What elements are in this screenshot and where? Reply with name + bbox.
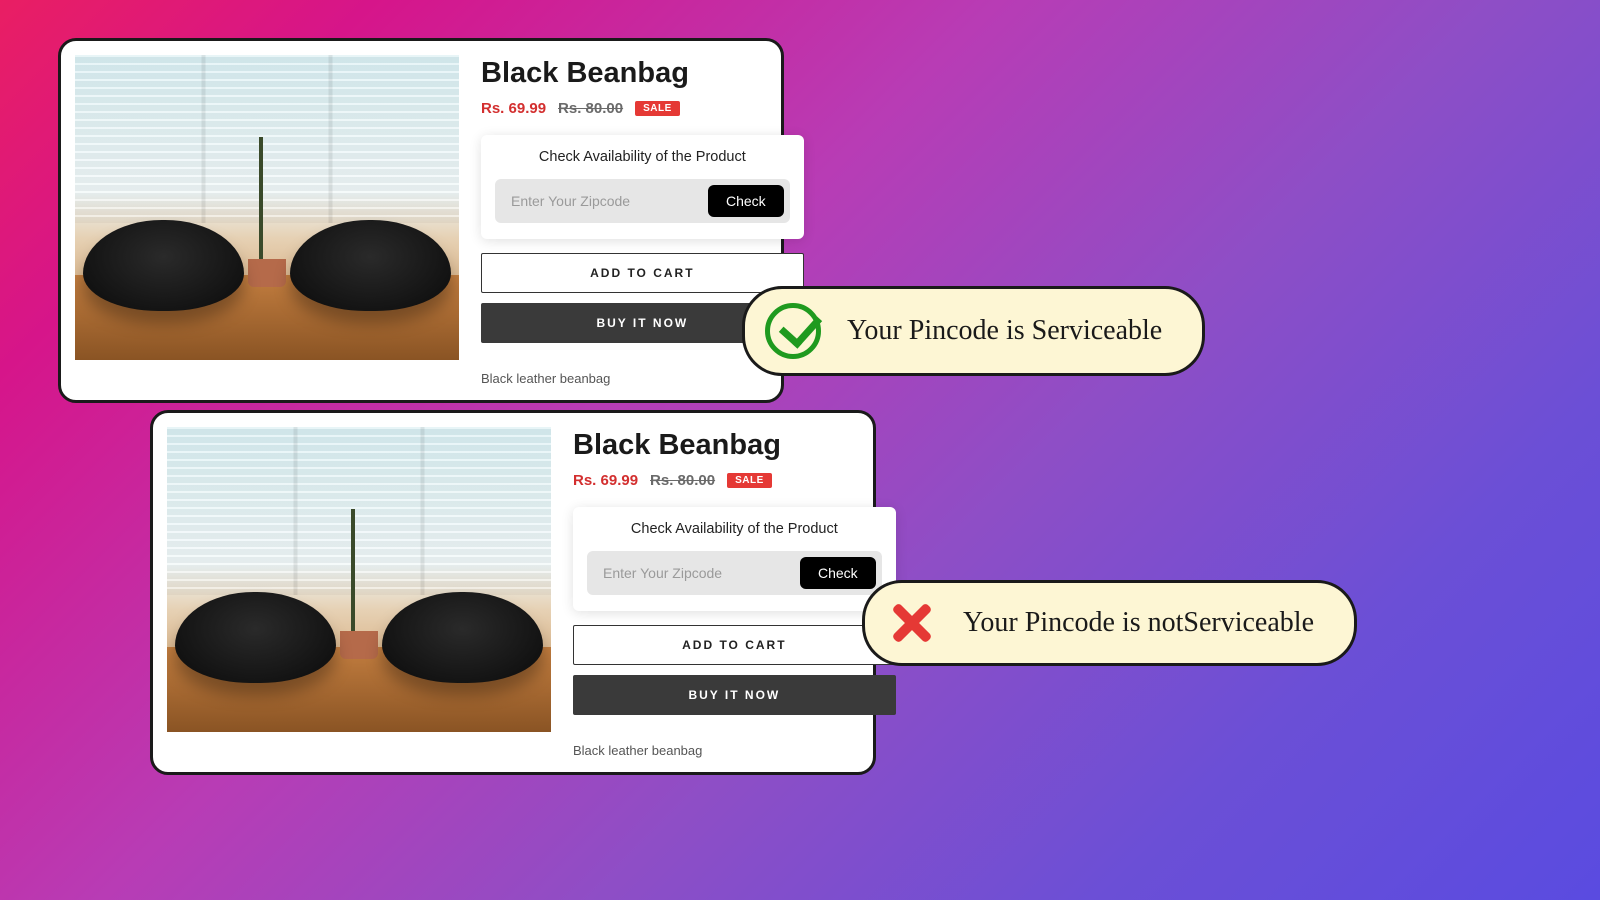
zipcode-row: Check [495, 179, 790, 223]
price-original: Rs. 80.00 [650, 472, 715, 489]
availability-box: Check Availability of the Product Check [481, 135, 804, 239]
add-to-cart-button[interactable]: ADD TO CART [481, 253, 804, 293]
check-circle-icon [765, 303, 821, 359]
zipcode-row: Check [587, 551, 882, 595]
sale-badge: SALE [727, 473, 772, 488]
price-sale: Rs. 69.99 [481, 100, 546, 117]
product-card-fail: Black Beanbag Rs. 69.99 Rs. 80.00 SALE C… [150, 410, 876, 775]
product-image [167, 427, 551, 732]
toast-text: Your Pincode is notServiceable [963, 607, 1314, 639]
product-title: Black Beanbag [573, 429, 936, 462]
price-original: Rs. 80.00 [558, 100, 623, 117]
availability-heading: Check Availability of the Product [587, 521, 882, 537]
buy-now-button[interactable]: BUY IT NOW [573, 675, 896, 715]
zipcode-input[interactable] [501, 185, 702, 217]
toast-not-serviceable: Your Pincode is notServiceable [862, 580, 1357, 666]
toast-text: Your Pincode is Serviceable [847, 315, 1162, 347]
check-button[interactable]: Check [708, 185, 784, 217]
price-row: Rs. 69.99 Rs. 80.00 SALE [481, 100, 844, 117]
product-image [75, 55, 459, 360]
check-button[interactable]: Check [800, 557, 876, 589]
availability-box: Check Availability of the Product Check [573, 507, 896, 611]
availability-heading: Check Availability of the Product [495, 149, 790, 165]
product-title: Black Beanbag [481, 57, 844, 90]
zipcode-input[interactable] [593, 557, 794, 589]
add-to-cart-button[interactable]: ADD TO CART [573, 625, 896, 665]
price-sale: Rs. 69.99 [573, 472, 638, 489]
product-description: Black leather beanbag [573, 743, 936, 758]
product-card-success: Black Beanbag Rs. 69.99 Rs. 80.00 SALE C… [58, 38, 784, 403]
sale-badge: SALE [635, 101, 680, 116]
toast-serviceable: Your Pincode is Serviceable [742, 286, 1205, 376]
cross-icon [885, 597, 937, 649]
price-row: Rs. 69.99 Rs. 80.00 SALE [573, 472, 936, 489]
